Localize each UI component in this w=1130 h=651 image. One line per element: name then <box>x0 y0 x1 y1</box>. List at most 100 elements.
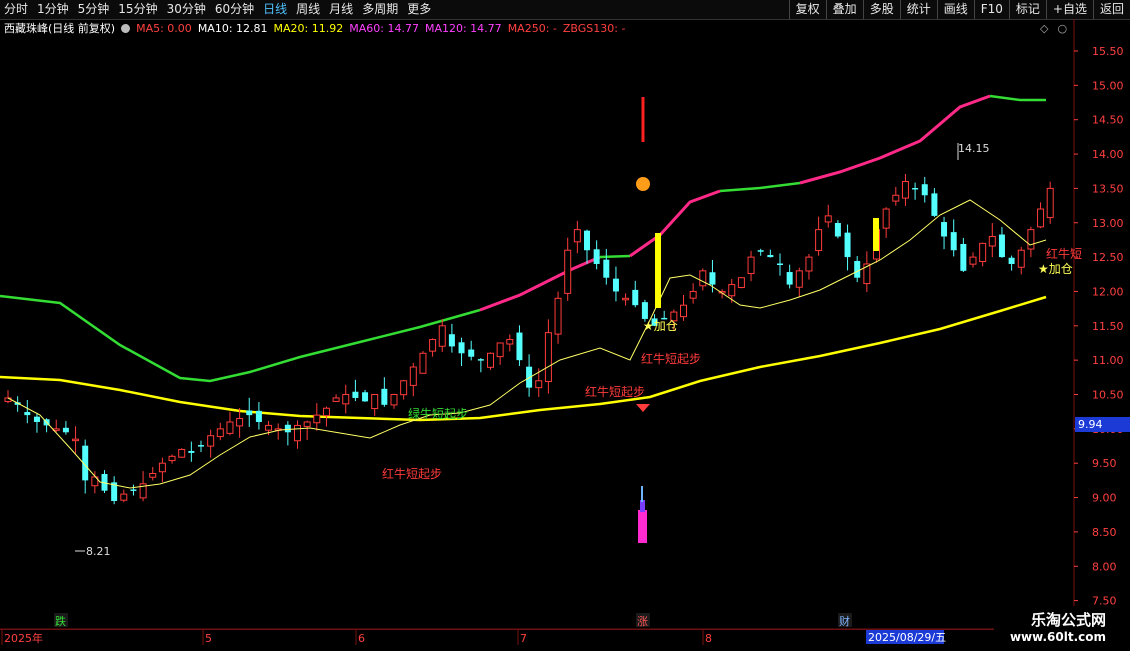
candle-body <box>120 493 128 501</box>
candle-body <box>409 366 417 386</box>
price-tick-label: 11.00 <box>1092 354 1124 367</box>
candle-body <box>158 462 166 473</box>
candle-body <box>1046 187 1054 219</box>
candle-body <box>33 416 40 422</box>
candle-body <box>468 349 475 357</box>
ma10-line <box>7 199 1047 489</box>
candle-body <box>332 397 340 402</box>
candle-body <box>400 380 408 396</box>
high-price-label: 14.15 <box>958 142 990 155</box>
candle-body <box>767 254 774 258</box>
upper-band-line-pink <box>799 94 991 185</box>
gem-icon <box>636 404 650 412</box>
price-tick-label: 8.50 <box>1092 526 1117 539</box>
candle-body <box>216 428 224 438</box>
candle-body <box>1027 229 1035 250</box>
price-tick-label: 12.00 <box>1092 285 1124 298</box>
candle-body <box>207 435 215 447</box>
price-tick-label: 15.50 <box>1092 45 1124 58</box>
event-marker-label: 财 <box>839 614 850 628</box>
price-tick-label: 14.50 <box>1092 114 1124 127</box>
low-price-label: 8.21 <box>86 545 111 558</box>
price-tick-label: 13.50 <box>1092 182 1124 195</box>
candle-body <box>342 394 350 405</box>
price-tick-label: 13.00 <box>1092 217 1124 230</box>
watermark-title: 乐淘公式网 <box>1030 611 1106 629</box>
candle-body <box>1037 208 1045 228</box>
upper-band-line-pink <box>479 255 601 312</box>
candle-body <box>313 414 321 424</box>
candle-body <box>757 250 764 252</box>
current-price-tag: 9.94 <box>1075 417 1130 432</box>
candle-body <box>535 380 543 389</box>
candle-body <box>709 272 716 285</box>
candle-body <box>728 284 736 297</box>
candle-body <box>969 256 977 265</box>
signal-bar-yellow <box>873 218 879 251</box>
price-tick-label: 8.00 <box>1092 560 1117 573</box>
signal-bar-yellow <box>655 233 661 308</box>
add-position-label: ★加仓 <box>643 319 678 333</box>
candle-body <box>390 394 398 406</box>
price-tick-label: 9.00 <box>1092 492 1117 505</box>
candle-body <box>487 352 494 368</box>
candle-body <box>516 332 523 361</box>
candle-body <box>988 235 996 247</box>
price-tick-label: 10.50 <box>1092 389 1124 402</box>
candle-body <box>24 412 31 416</box>
candle-body <box>496 342 504 358</box>
signal-label: 红牛短起步 <box>585 384 645 399</box>
candle-body <box>477 359 484 361</box>
price-tick-label: 9.50 <box>1092 457 1117 470</box>
event-marker-label: 跌 <box>55 614 66 628</box>
candle-body <box>737 277 745 288</box>
price-tick-label: 12.50 <box>1092 251 1124 264</box>
lower-band-line <box>0 295 1047 422</box>
candle-body <box>188 450 195 453</box>
candle-body <box>921 184 928 196</box>
candle-body <box>226 421 234 434</box>
candle-body <box>168 455 176 462</box>
candle-body <box>950 232 957 251</box>
signal-label: 红牛短 <box>1046 246 1082 261</box>
candle-body <box>941 222 948 237</box>
candle-body <box>429 339 437 352</box>
date-axis <box>0 629 1130 651</box>
add-position-label: ★加仓 <box>1038 262 1073 276</box>
candle-body <box>854 260 861 278</box>
candle-body <box>544 332 552 382</box>
price-tick-label: 11.50 <box>1092 320 1124 333</box>
candle-body <box>178 448 186 458</box>
candle-body <box>844 232 851 258</box>
signal-label: 红牛短起步 <box>382 466 442 481</box>
candle-body <box>322 407 330 417</box>
candle-body <box>265 424 273 431</box>
upper-band-line-green <box>989 94 1046 102</box>
candle-body <box>419 352 427 374</box>
candle-body <box>381 388 388 405</box>
candle-body <box>62 427 69 433</box>
kline-chart[interactable]: 15.50 15.00 14.50 14.00 13.50 13.00 12.50 12.00… <box>0 0 1130 650</box>
candle-body <box>689 290 697 299</box>
candle-body <box>236 418 244 427</box>
candle-body <box>554 297 562 335</box>
candle-body <box>584 230 590 251</box>
candle-body <box>352 391 359 398</box>
candle-body <box>699 270 707 287</box>
price-tick-label: 15.00 <box>1092 79 1124 92</box>
candle-body <box>777 263 783 266</box>
candle-body <box>294 424 301 442</box>
candle-body <box>371 394 379 410</box>
candle-body <box>892 194 900 202</box>
candle-body <box>622 297 630 301</box>
candle-body <box>960 243 967 271</box>
candle-body <box>255 410 262 422</box>
candle-body <box>130 489 137 491</box>
candle-body <box>72 438 80 442</box>
upper-band-line-green <box>0 294 481 383</box>
candle-body <box>458 342 465 354</box>
candle-body <box>747 256 755 275</box>
candle-body <box>882 208 890 229</box>
candle-body <box>362 392 369 402</box>
event-marker-label: 涨 <box>637 615 648 628</box>
